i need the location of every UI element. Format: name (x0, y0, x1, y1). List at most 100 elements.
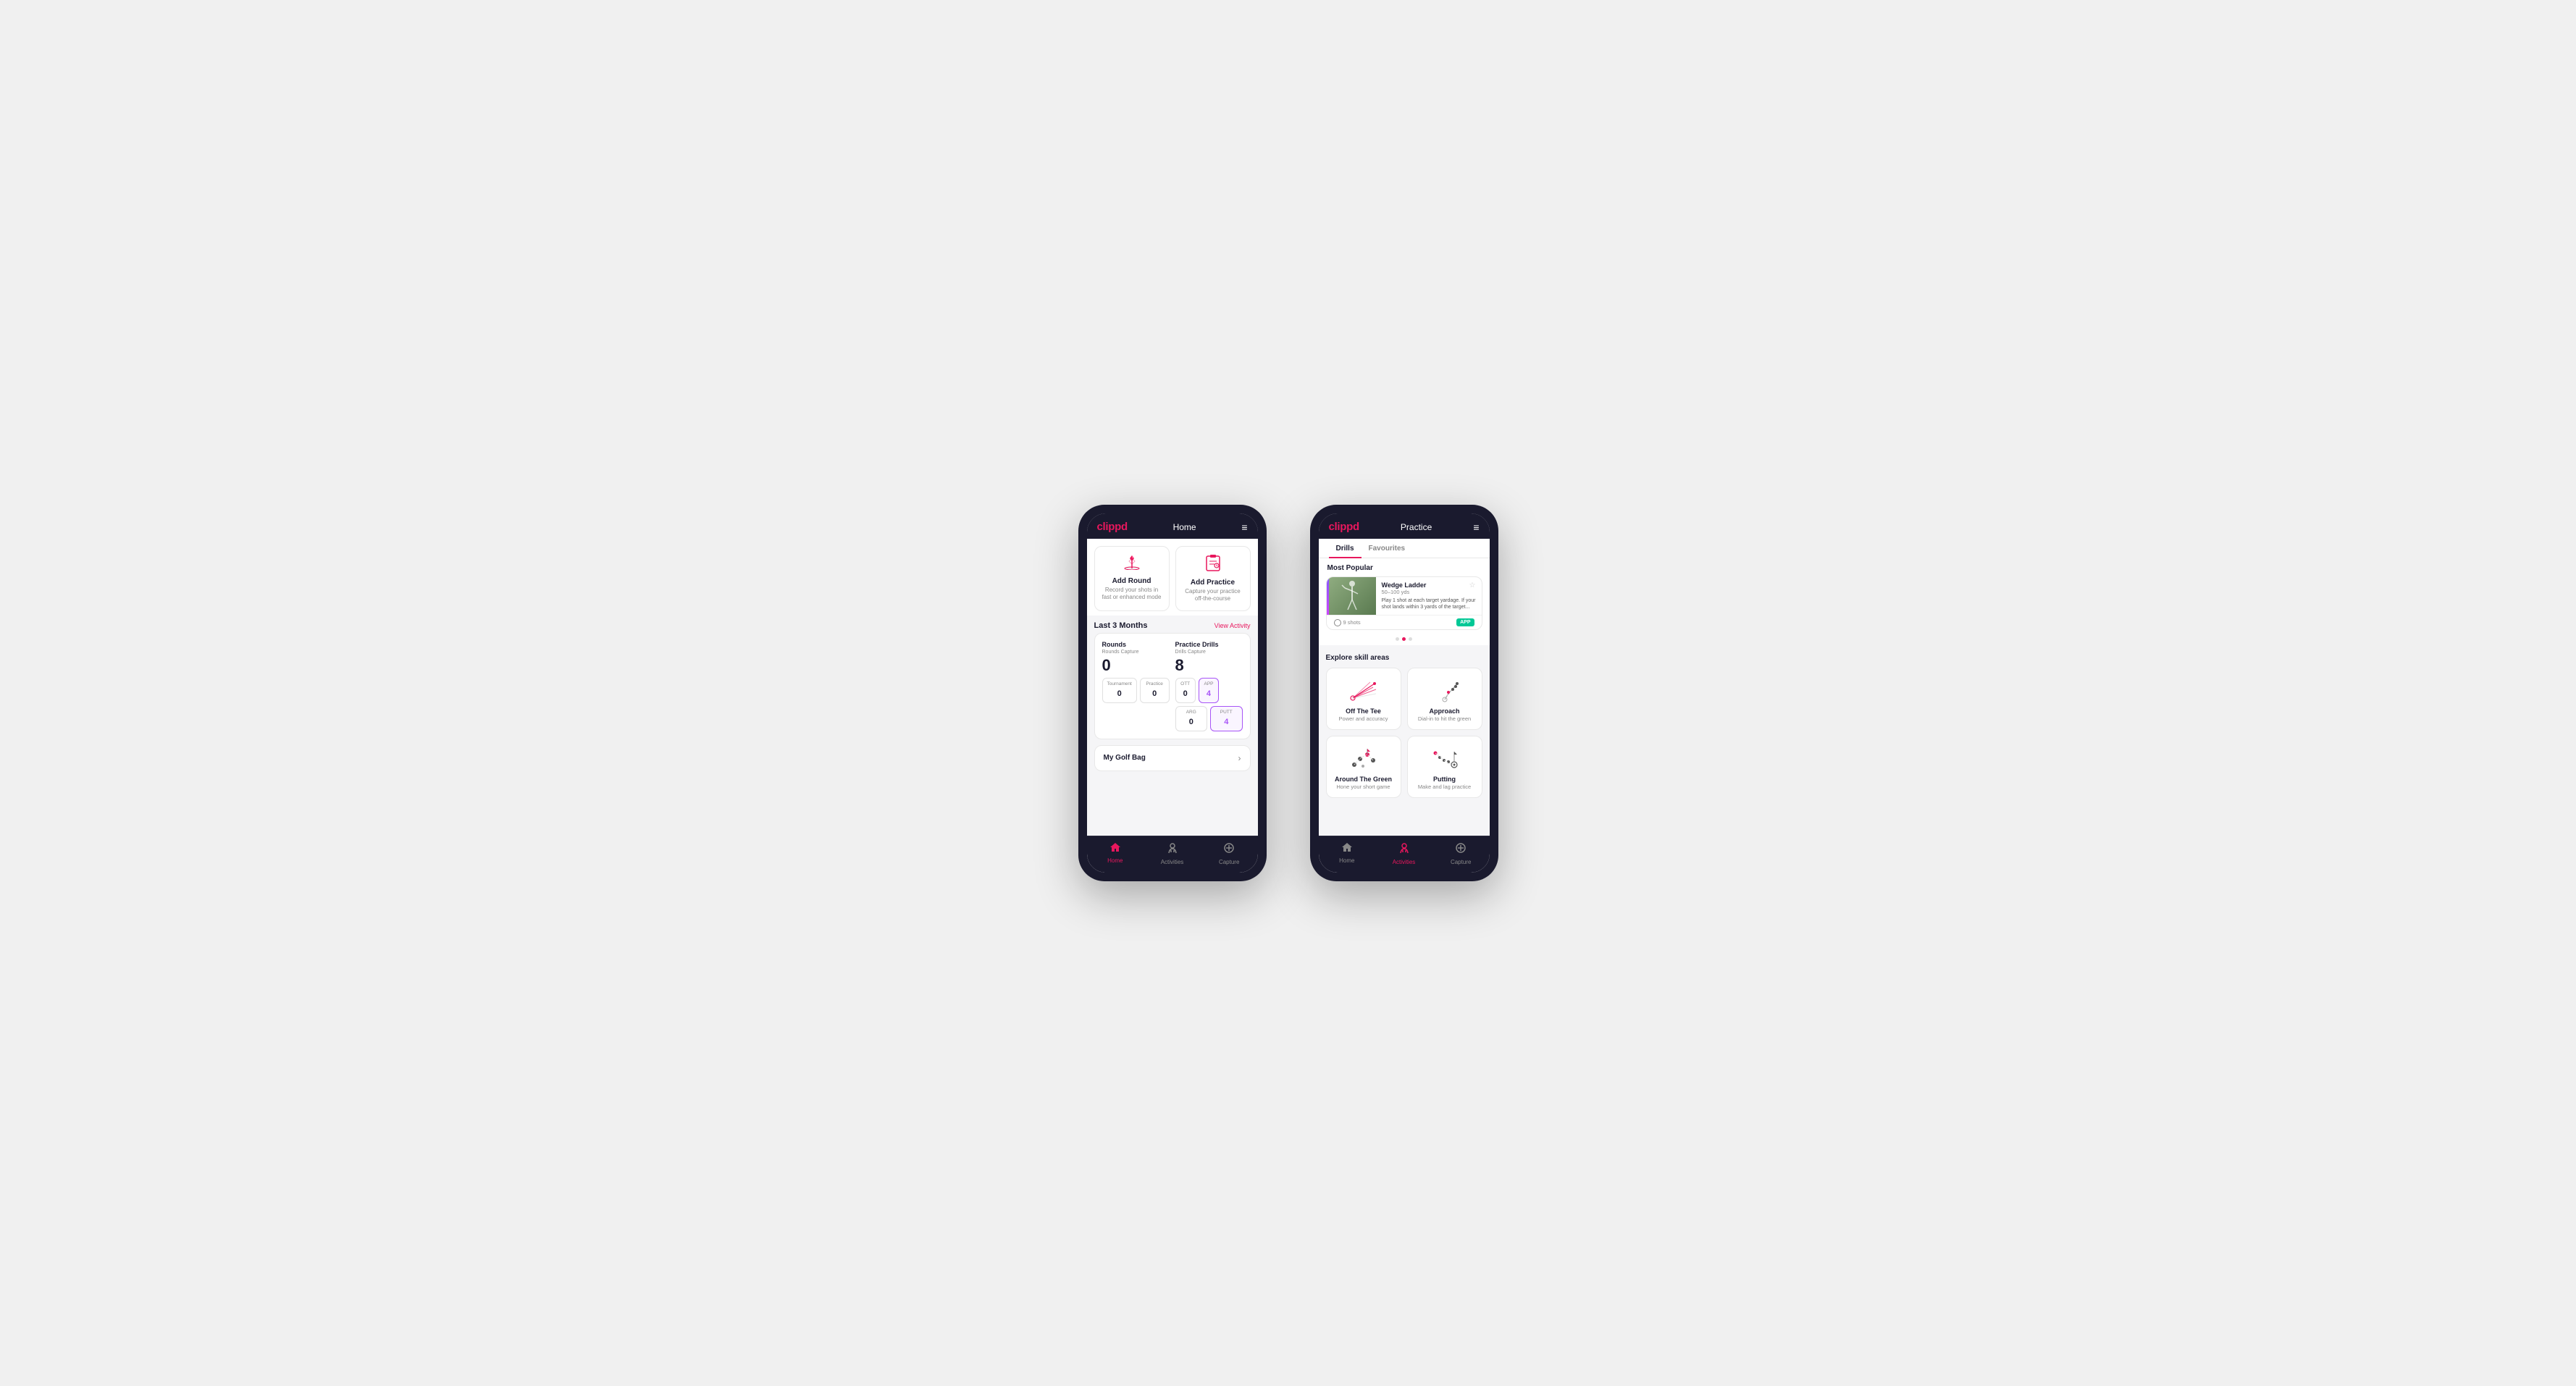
golf-bag-label: My Golf Bag (1104, 754, 1146, 762)
shots-count: 9 shots (1343, 619, 1361, 626)
tab-favourites[interactable]: Favourites (1362, 539, 1413, 558)
phone-practice: clippd Practice ≡ Drills Favourites Most… (1310, 505, 1498, 881)
practice-nav-capture[interactable]: Capture (1432, 836, 1490, 873)
practice-nav-capture-icon (1455, 842, 1467, 857)
activity-section-title: Last 3 Months (1094, 621, 1148, 630)
favourite-star-icon[interactable]: ☆ (1469, 581, 1476, 589)
tournament-value: 0 (1117, 689, 1122, 698)
off-the-tee-icon-area (1346, 676, 1382, 705)
off-the-tee-desc: Power and accuracy (1339, 715, 1388, 722)
nav-home[interactable]: Home (1087, 836, 1144, 873)
skill-approach[interactable]: Approach Dial-in to hit the green (1407, 668, 1482, 730)
around-green-desc: Hone your short game (1336, 784, 1390, 790)
activity-section-header: Last 3 Months View Activity (1087, 616, 1258, 633)
tab-drills[interactable]: Drills (1329, 539, 1362, 558)
putting-icon-area (1427, 744, 1463, 773)
drill-image-placeholder (1329, 577, 1376, 615)
drill-title-row: Wedge Ladder 50–100 yds ☆ (1382, 581, 1476, 597)
around-green-icon-area (1346, 744, 1382, 773)
app-stat: APP 4 (1199, 678, 1219, 703)
nav-activities[interactable]: Activities (1144, 836, 1201, 873)
phone-wrapper: clippd Home ≡ (1078, 505, 1498, 881)
explore-title: Explore skill areas (1326, 654, 1482, 662)
nav-activities-icon (1167, 842, 1178, 857)
drill-subtitle: 50–100 yds (1382, 589, 1427, 595)
nav-capture[interactable]: Capture (1201, 836, 1258, 873)
rounds-section: Rounds Rounds Capture 0 Tournament 0 Pra… (1102, 641, 1170, 731)
approach-icon-area (1427, 676, 1463, 705)
practice-value: 0 (1152, 689, 1157, 698)
practice-nav-capture-label: Capture (1451, 859, 1471, 865)
arg-stat: ARG 0 (1175, 706, 1208, 731)
drills-section: Practice Drills Drills Capture 8 OTT 0 A… (1175, 641, 1243, 731)
practice-title: Practice (1401, 522, 1432, 532)
skill-putting[interactable]: Putting Make and lag practice (1407, 736, 1482, 798)
practice-menu-icon[interactable]: ≡ (1473, 521, 1479, 533)
practice-stat: Practice 0 (1140, 678, 1170, 703)
drills-captures-label: Drills Capture (1175, 650, 1243, 655)
drill-title: Wedge Ladder (1382, 581, 1427, 589)
add-practice-card[interactable]: Add Practice Capture your practice off-t… (1175, 546, 1251, 611)
tournament-stat: Tournament 0 (1102, 678, 1137, 703)
approach-title: Approach (1429, 707, 1459, 715)
drills-total: 8 (1175, 656, 1243, 675)
rounds-captures-label: Rounds Capture (1102, 650, 1170, 655)
home-title: Home (1173, 522, 1196, 532)
app-label: APP (1204, 681, 1214, 686)
rounds-sub-grid: Tournament 0 Practice 0 (1102, 678, 1170, 703)
nav-activities-label: Activities (1161, 859, 1184, 865)
practice-nav-home[interactable]: Home (1319, 836, 1376, 873)
phone-home: clippd Home ≡ (1078, 505, 1267, 881)
practice-bottom-nav: Home Activities (1319, 836, 1490, 873)
dot-1 (1396, 637, 1399, 641)
rounds-section-title: Rounds (1102, 641, 1170, 648)
drills-sub-grid: OTT 0 APP 4 (1175, 678, 1243, 703)
practice-content: Most Popular (1319, 558, 1490, 836)
skill-around-green[interactable]: Around The Green Hone your short game (1326, 736, 1401, 798)
skill-off-the-tee[interactable]: Off The Tee Power and accuracy (1326, 668, 1401, 730)
nav-home-icon (1109, 842, 1121, 856)
golf-bag-row[interactable]: My Golf Bag › (1094, 745, 1251, 771)
app-value: 4 (1207, 689, 1211, 698)
ott-value: 0 (1183, 689, 1188, 698)
approach-desc: Dial-in to hit the green (1418, 715, 1471, 722)
most-popular-section: Most Popular (1319, 558, 1490, 645)
off-the-tee-title: Off The Tee (1346, 707, 1381, 715)
add-round-icon (1122, 554, 1142, 574)
add-round-card[interactable]: Add Round Record your shots in fast or e… (1094, 546, 1170, 611)
putt-label: PUTT (1215, 710, 1238, 715)
view-activity-link[interactable]: View Activity (1214, 622, 1251, 629)
drill-description: Play 1 shot at each target yardage. If y… (1382, 597, 1476, 610)
wedge-ladder-card[interactable]: Wedge Ladder 50–100 yds ☆ Play 1 shot at… (1326, 576, 1482, 630)
nav-home-label: Home (1107, 857, 1123, 864)
practice-header: clippd Practice ≡ (1319, 513, 1490, 539)
putt-value: 4 (1224, 718, 1228, 726)
add-round-title: Add Round (1112, 577, 1151, 585)
drill-shots: 9 shots (1334, 619, 1361, 626)
putting-title: Putting (1433, 776, 1456, 783)
practice-nav-activities[interactable]: Activities (1375, 836, 1432, 873)
practice-nav-activities-icon (1398, 842, 1410, 857)
nav-capture-label: Capture (1219, 859, 1239, 865)
drills-sub-grid-2: ARG 0 PUTT 4 (1175, 706, 1243, 731)
skill-grid: Off The Tee Power and accuracy (1326, 668, 1482, 798)
home-header: clippd Home ≡ (1087, 513, 1258, 539)
home-menu-icon[interactable]: ≡ (1241, 521, 1247, 533)
rounds-total: 0 (1102, 656, 1170, 675)
phone-practice-screen: clippd Practice ≡ Drills Favourites Most… (1319, 513, 1490, 873)
ott-stat: OTT 0 (1175, 678, 1196, 703)
practice-tabs: Drills Favourites (1319, 539, 1490, 558)
dot-2[interactable] (1402, 637, 1406, 641)
putting-desc: Make and lag practice (1418, 784, 1471, 790)
nav-capture-icon (1223, 842, 1235, 857)
explore-section: Explore skill areas (1319, 650, 1490, 802)
home-bottom-nav: Home Activities (1087, 836, 1258, 873)
drill-card-inner: Wedge Ladder 50–100 yds ☆ Play 1 shot at… (1327, 577, 1482, 615)
home-content: Add Round Record your shots in fast or e… (1087, 539, 1258, 836)
putt-stat: PUTT 4 (1210, 706, 1243, 731)
practice-label: Practice (1145, 681, 1165, 686)
drill-image (1329, 577, 1376, 615)
practice-nav-home-label: Home (1339, 857, 1354, 864)
practice-nav-activities-label: Activities (1393, 859, 1416, 865)
practice-nav-home-icon (1341, 842, 1353, 856)
